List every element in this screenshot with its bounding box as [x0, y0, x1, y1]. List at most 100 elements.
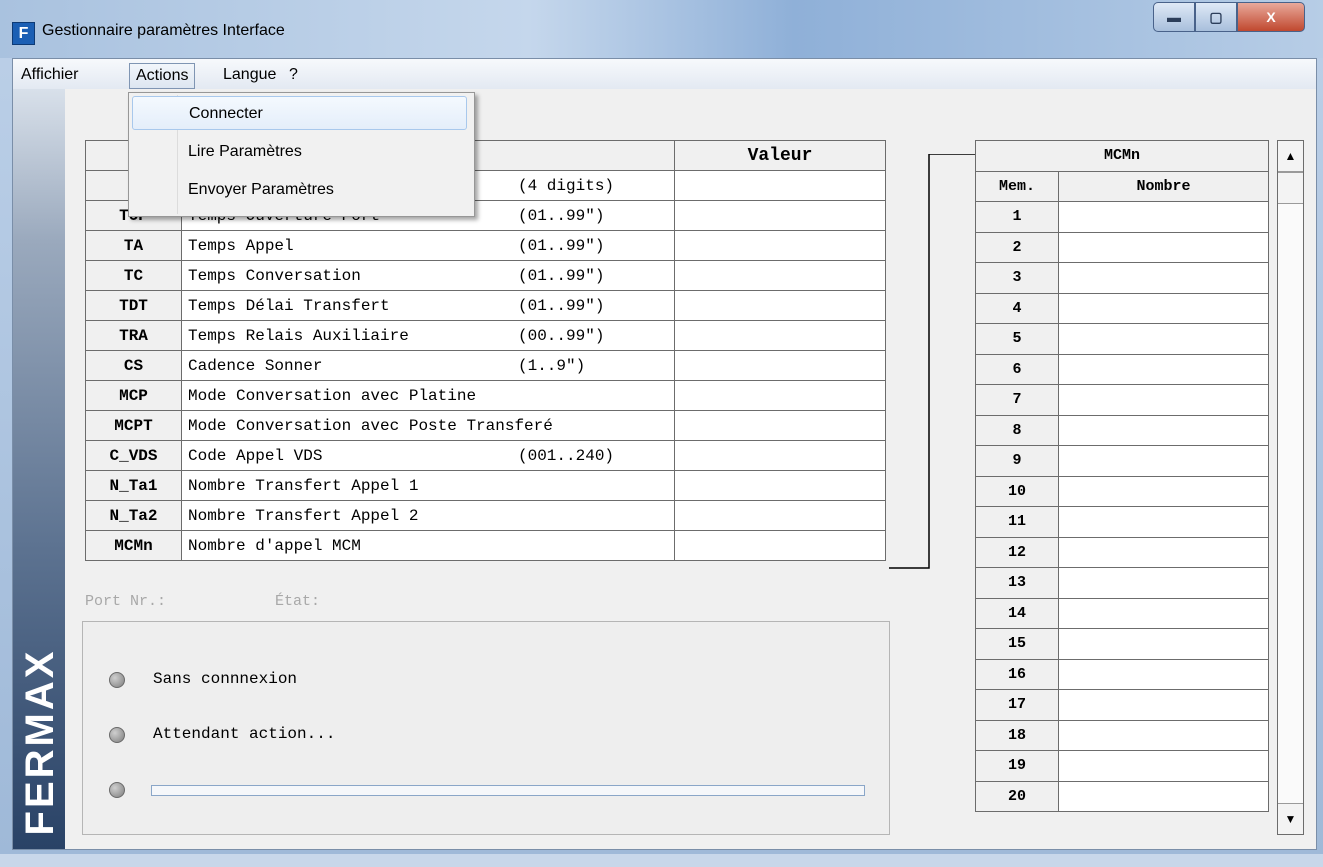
mcm-mem-index: 3: [975, 262, 1059, 294]
menu-item-lire-parametres[interactable]: Lire Paramètres: [132, 135, 467, 169]
parameter-value-cell[interactable]: [674, 290, 886, 321]
mcm-number-cell[interactable]: [1058, 201, 1269, 233]
parameter-value-cell[interactable]: [674, 440, 886, 471]
parameter-row: MCMn Nombre d'appel MCM: [85, 530, 886, 561]
mcm-number-cell[interactable]: [1058, 750, 1269, 782]
mcm-number-cell[interactable]: [1058, 780, 1269, 812]
mcm-body: 1 2 3 4 5 6 7 8 9 10 11 12 13 14 15 16 17 18 19 20: [975, 201, 1269, 812]
parameter-row: N_Ta1 Nombre Transfert Appel 1: [85, 470, 886, 501]
mcm-row: 3: [975, 262, 1269, 294]
mcm-mem-index: 18: [975, 719, 1059, 751]
menu-item-connecter[interactable]: Connecter: [132, 96, 467, 130]
mcm-row: 11: [975, 506, 1269, 538]
parameter-code: TDT: [85, 290, 182, 321]
parameter-value-cell[interactable]: [674, 260, 886, 291]
scroll-thumb[interactable]: [1278, 172, 1303, 204]
parameter-code: MCP: [85, 380, 182, 411]
mcm-row: 16: [975, 658, 1269, 690]
mcm-scrollbar[interactable]: ▲ ▼: [1277, 140, 1304, 835]
mcm-row: 9: [975, 445, 1269, 477]
mcm-mem-index: 15: [975, 628, 1059, 660]
mcm-number-cell[interactable]: [1058, 628, 1269, 660]
app-icon: F: [12, 22, 35, 45]
mcm-title: MCMn: [975, 140, 1269, 172]
parameter-row: TC Temps Conversation (01..99"): [85, 260, 886, 291]
mcm-row: 7: [975, 384, 1269, 416]
parameter-value-cell[interactable]: [674, 200, 886, 231]
menu-help[interactable]: ?: [283, 63, 304, 87]
parameter-value-cell[interactable]: [674, 500, 886, 531]
mcm-number-cell[interactable]: [1058, 597, 1269, 629]
parameter-range: (01..99"): [518, 296, 605, 315]
mcm-number-cell[interactable]: [1058, 231, 1269, 263]
parameter-description: Temps Conversation (01..99"): [181, 260, 675, 291]
parameter-description: Mode Conversation avec Poste Transferé: [181, 410, 675, 441]
mcm-row: 12: [975, 536, 1269, 568]
parameter-row: MCP Mode Conversation avec Platine: [85, 380, 886, 411]
mcm-mem-index: 16: [975, 658, 1059, 690]
parameter-range: (01..99"): [518, 236, 605, 255]
action-status: Attendant action...: [153, 725, 336, 743]
mcm-number-cell[interactable]: [1058, 658, 1269, 690]
menu-affichier[interactable]: Affichier: [15, 63, 85, 87]
mcm-number-cell[interactable]: [1058, 536, 1269, 568]
mcm-mem-index: 1: [975, 201, 1059, 233]
status-panel: Sans connnexion Attendant action...: [82, 621, 890, 835]
parameter-value-cell[interactable]: [674, 380, 886, 411]
minimize-button[interactable]: ▬: [1153, 2, 1195, 32]
parameter-value-cell[interactable]: [674, 170, 886, 201]
mcm-number-cell[interactable]: [1058, 353, 1269, 385]
menu-item-envoyer-parametres[interactable]: Envoyer Paramètres: [132, 173, 467, 207]
scroll-up-icon[interactable]: ▲: [1278, 141, 1303, 172]
mcm-row: 4: [975, 292, 1269, 324]
mcm-number-cell[interactable]: [1058, 475, 1269, 507]
mcm-row: 17: [975, 689, 1269, 721]
mcm-row: 14: [975, 597, 1269, 629]
parameter-label: Mode Conversation avec Platine: [188, 386, 477, 405]
mcm-number-cell[interactable]: [1058, 445, 1269, 477]
parameter-value-cell[interactable]: [674, 320, 886, 351]
parameter-value-cell[interactable]: [674, 470, 886, 501]
mcm-row: 8: [975, 414, 1269, 446]
parameter-label: Cadence Sonner: [188, 356, 323, 375]
parameter-value-cell[interactable]: [674, 530, 886, 561]
parameter-code: C_VDS: [85, 440, 182, 471]
parameter-range: (1..9"): [518, 356, 586, 375]
menu-langue[interactable]: Langue: [217, 63, 282, 87]
menu-actions[interactable]: Actions: [129, 63, 196, 89]
parameter-code: MCPT: [85, 410, 182, 441]
scroll-down-icon[interactable]: ▼: [1278, 803, 1303, 834]
port-number-label: Port Nr.:: [85, 593, 167, 610]
mcm-number-cell[interactable]: [1058, 262, 1269, 294]
progress-bar: [151, 785, 865, 796]
connection-led-icon: [109, 672, 125, 688]
parameter-label: Temps Appel: [188, 236, 294, 255]
parameter-row: TA Temps Appel (01..99"): [85, 230, 886, 261]
parameter-range: (001..240): [518, 446, 615, 465]
mcm-number-cell[interactable]: [1058, 384, 1269, 416]
parameter-label: Mode Conversation avec Poste Transferé: [188, 416, 553, 435]
parameter-value-cell[interactable]: [674, 350, 886, 381]
parameter-value-cell[interactable]: [674, 410, 886, 441]
parameter-label: Code Appel VDS: [188, 446, 323, 465]
mcm-mem-index: 7: [975, 384, 1059, 416]
mcm-number-cell[interactable]: [1058, 689, 1269, 721]
parameter-row: N_Ta2 Nombre Transfert Appel 2: [85, 500, 886, 531]
mcm-number-cell[interactable]: [1058, 292, 1269, 324]
window-controls: ▬ ▢ X: [1153, 2, 1305, 32]
menu-bar: Affichier Actions Langue ?: [13, 59, 1316, 89]
mcm-number-cell[interactable]: [1058, 719, 1269, 751]
mcm-number-cell[interactable]: [1058, 506, 1269, 538]
parameter-description: Cadence Sonner (1..9"): [181, 350, 675, 381]
mcm-mem-index: 4: [975, 292, 1059, 324]
mcm-mem-index: 19: [975, 750, 1059, 782]
mcm-number-cell[interactable]: [1058, 567, 1269, 599]
mcm-number-cell[interactable]: [1058, 414, 1269, 446]
title-bar[interactable]: F Gestionnaire paramètres Interface ▬ ▢ …: [0, 0, 1323, 58]
parameter-value-cell[interactable]: [674, 230, 886, 261]
maximize-button[interactable]: ▢: [1195, 2, 1237, 32]
mcm-number-cell[interactable]: [1058, 323, 1269, 355]
parameter-row: MCPT Mode Conversation avec Poste Transfe…: [85, 410, 886, 441]
parameter-row: TRA Temps Relais Auxiliaire (00..99"): [85, 320, 886, 351]
close-button[interactable]: X: [1237, 2, 1305, 32]
